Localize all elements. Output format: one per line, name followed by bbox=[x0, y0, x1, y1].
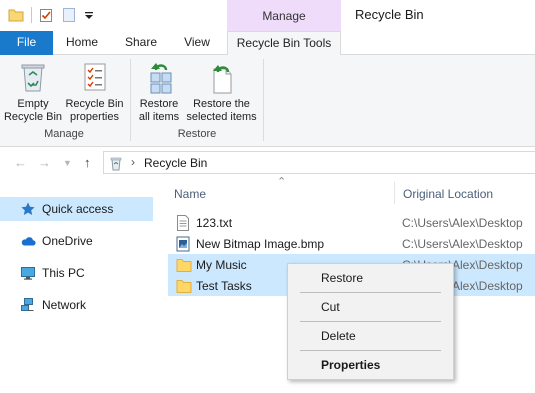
nav-item-quick-access[interactable]: Quick access bbox=[0, 197, 153, 221]
tab-view[interactable]: View bbox=[172, 31, 222, 55]
customize-qat-icon[interactable] bbox=[81, 7, 97, 23]
context-menu-properties[interactable]: Properties bbox=[288, 354, 453, 376]
restore-all-items-label: Restore all items bbox=[138, 98, 180, 123]
tab-file[interactable]: File bbox=[0, 31, 53, 55]
column-header-name[interactable]: Name bbox=[174, 187, 206, 201]
navigation-pane: Quick access OneDrive This PC Network bbox=[0, 178, 160, 393]
recycle-bin-properties-label: Recycle Bin properties bbox=[65, 98, 124, 123]
up-arrow-icon[interactable]: ↑ bbox=[84, 155, 91, 170]
context-menu-label: Cut bbox=[321, 300, 340, 314]
nav-item-network[interactable]: Network bbox=[0, 293, 153, 317]
folder-icon bbox=[176, 259, 192, 272]
ribbon-panel: Empty Recycle Bin Recycle Bin properties… bbox=[0, 55, 535, 147]
sort-ascending-icon: ⌃ bbox=[277, 176, 287, 188]
menu-separator bbox=[300, 350, 441, 351]
star-icon bbox=[21, 202, 35, 215]
nav-item-label: OneDrive bbox=[42, 234, 93, 248]
properties-check-icon[interactable] bbox=[38, 7, 54, 23]
tab-share[interactable]: Share bbox=[116, 31, 166, 55]
navigation-bar: ← → ▼ ↑ › Recycle Bin bbox=[0, 147, 535, 178]
restore-selected-icon bbox=[212, 65, 231, 94]
restore-selected-items-button[interactable]: Restore the selected items bbox=[184, 59, 259, 124]
window-title: Recycle Bin bbox=[355, 7, 424, 22]
recycle-bin-icon bbox=[21, 64, 45, 92]
recycle-bin-small-icon bbox=[110, 157, 122, 171]
restore-all-items-button[interactable]: Restore all items bbox=[135, 59, 183, 124]
nav-item-label: This PC bbox=[42, 266, 85, 280]
context-menu-label: Restore bbox=[321, 271, 364, 285]
nav-item-label: Network bbox=[42, 298, 87, 312]
breadcrumb-recycle-bin[interactable]: Recycle Bin bbox=[144, 156, 207, 170]
properties-icon bbox=[84, 63, 105, 91]
nav-item-this-pc[interactable]: This PC bbox=[0, 261, 153, 285]
column-divider[interactable] bbox=[394, 182, 395, 204]
empty-recycle-bin-button[interactable]: Empty Recycle Bin bbox=[3, 59, 63, 124]
context-menu-label: Properties bbox=[321, 358, 381, 372]
back-arrow-icon[interactable]: ← bbox=[14, 155, 27, 170]
nav-item-label: Quick access bbox=[42, 202, 114, 216]
file-row[interactable]: New Bitmap Image.bmp C:\Users\Alex\Deskt… bbox=[168, 233, 535, 254]
text-file-icon bbox=[177, 215, 189, 231]
empty-recycle-bin-label: Empty Recycle Bin bbox=[3, 98, 63, 123]
new-folder-icon[interactable] bbox=[61, 7, 77, 23]
file-name: New Bitmap Image.bmp bbox=[196, 237, 325, 251]
group-divider bbox=[130, 59, 131, 141]
tab-home[interactable]: Home bbox=[57, 31, 107, 55]
nav-item-onedrive[interactable]: OneDrive bbox=[0, 229, 153, 253]
context-menu-delete[interactable]: Delete bbox=[288, 325, 453, 347]
cloud-icon bbox=[21, 237, 36, 246]
menu-separator bbox=[300, 321, 441, 322]
title-bar: Manage Recycle Bin bbox=[0, 0, 535, 31]
forward-arrow-icon[interactable]: → bbox=[38, 155, 51, 170]
column-header-original-location[interactable]: Original Location bbox=[403, 187, 493, 201]
address-bar[interactable]: › Recycle Bin bbox=[103, 151, 535, 174]
recent-locations-icon[interactable]: ▼ bbox=[63, 158, 72, 168]
group-divider bbox=[263, 59, 264, 141]
context-menu-label: Delete bbox=[321, 329, 356, 343]
file-original-location: C:\Users\Alex\Desktop bbox=[402, 237, 523, 251]
restore-all-icon bbox=[150, 63, 172, 94]
file-name: 123.txt bbox=[196, 216, 233, 230]
file-name: My Music bbox=[196, 258, 247, 272]
context-menu: Restore Cut Delete Properties bbox=[287, 263, 454, 380]
context-menu-restore[interactable]: Restore bbox=[288, 267, 453, 289]
recycle-bin-properties-button[interactable]: Recycle Bin properties bbox=[64, 59, 125, 124]
network-icon bbox=[21, 298, 34, 311]
tab-recycle-bin-tools[interactable]: Recycle Bin Tools bbox=[227, 31, 341, 56]
context-menu-cut[interactable]: Cut bbox=[288, 296, 453, 318]
qat-divider bbox=[31, 7, 32, 23]
contextual-tab-group-label: Manage bbox=[262, 9, 306, 23]
menu-separator bbox=[300, 292, 441, 293]
restore-selected-items-label: Restore the selected items bbox=[186, 98, 257, 123]
group-label-restore: Restore bbox=[177, 128, 217, 140]
group-label-manage: Manage bbox=[44, 128, 84, 140]
computer-icon bbox=[21, 267, 35, 280]
folder-icon bbox=[176, 280, 192, 293]
image-file-icon bbox=[176, 236, 190, 252]
folder-icon[interactable] bbox=[8, 7, 24, 23]
file-row[interactable]: 123.txt C:\Users\Alex\Desktop bbox=[168, 212, 535, 233]
file-name: Test Tasks bbox=[196, 279, 252, 293]
file-original-location: C:\Users\Alex\Desktop bbox=[402, 216, 523, 230]
breadcrumb-chevron-icon[interactable]: › bbox=[131, 155, 135, 169]
ribbon-tabs: File Home Share View Recycle Bin Tools bbox=[0, 31, 535, 56]
